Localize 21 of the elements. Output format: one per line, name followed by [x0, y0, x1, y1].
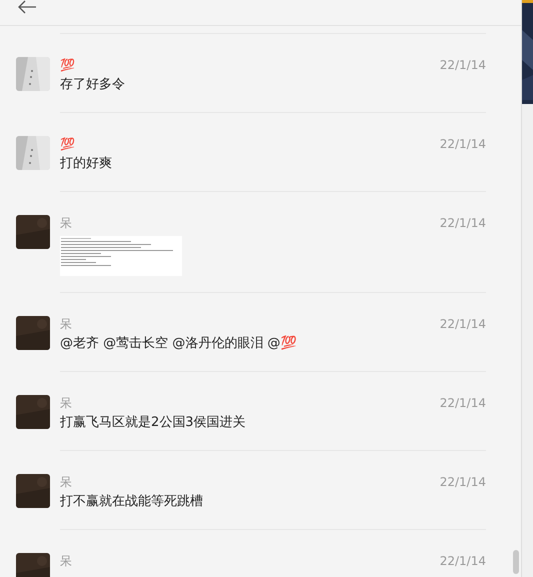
- sender-name: 💯: [60, 137, 75, 151]
- scrollbar-thumb[interactable]: [513, 550, 519, 574]
- message-time: 22/1/14: [440, 475, 486, 489]
- sender-name: 呆: [60, 552, 72, 570]
- message-text: 打不赢就在战能等死跳槽: [60, 493, 204, 511]
- message-time: 22/1/14: [440, 554, 486, 568]
- message-time: 22/1/14: [440, 58, 486, 72]
- sender-name: 呆: [60, 214, 72, 232]
- sender-name: 呆: [60, 394, 72, 412]
- message-text: 存了好多令: [60, 76, 126, 94]
- sender-name: 💯: [60, 58, 75, 72]
- message-text: @老齐 @莺击长空 @洛丹伦的眼泪 @💯: [60, 334, 298, 353]
- sender-name: 呆: [60, 474, 72, 490]
- message-time: 22/1/14: [440, 396, 486, 410]
- message-text: 打的好爽: [60, 155, 113, 173]
- message-time: 22/1/14: [440, 216, 486, 230]
- sender-name: 呆: [60, 316, 72, 332]
- message-time: 22/1/14: [440, 317, 486, 331]
- back-icon[interactable]: [17, 0, 37, 14]
- message-text: 打赢飞马区就是2公国3侯国进关: [60, 414, 247, 432]
- message-time: 22/1/14: [440, 137, 486, 151]
